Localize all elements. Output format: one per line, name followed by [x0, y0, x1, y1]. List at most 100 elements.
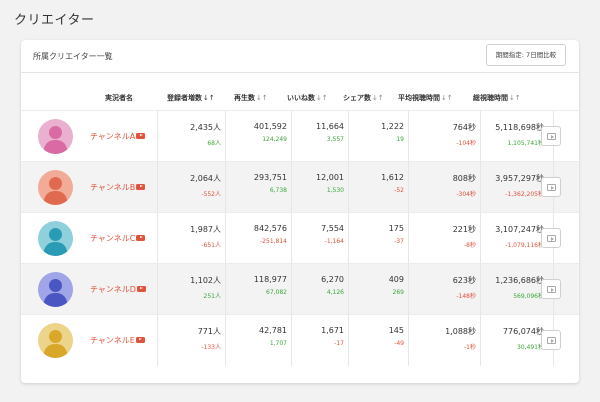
views-value: 293,751 — [253, 173, 287, 182]
sort-arrows-icon[interactable]: ↓↑ — [256, 94, 268, 102]
subscribers-value: 1,102人 — [190, 276, 221, 285]
header-total-watch[interactable]: 総視聴時間↓↑ — [473, 93, 521, 103]
table-row[interactable]: チャンネルC 1,987人 -651人 842,576 -251,814 7,554 -1,… — [21, 212, 579, 264]
shares-value: 145 — [388, 326, 404, 335]
column-divider — [480, 162, 481, 213]
column-divider — [225, 162, 226, 213]
avatar — [38, 119, 73, 154]
video-icon — [547, 235, 556, 242]
cell-total-watch: 5,118,698秒 1,105,741秒 — [495, 122, 544, 147]
sort-arrows-icon[interactable]: ↓↑ — [316, 94, 328, 102]
table-row[interactable]: チャンネルD 1,102人 251人 118,977 67,082 6,270 4,126 4… — [21, 263, 579, 315]
header-likes[interactable]: いいね数↓↑ — [287, 93, 328, 103]
likes-diff: 3,557 — [326, 136, 344, 143]
channel-link[interactable]: チャンネルE — [90, 335, 145, 346]
total-watch-value: 3,107,247秒 — [495, 225, 544, 234]
subscribers-diff: 251人 — [203, 293, 221, 300]
channel-link[interactable]: チャンネルA — [90, 131, 146, 142]
cell-subscribers: 771人 -133人 — [198, 326, 221, 351]
cell-avg-watch: 221秒 -8秒 — [453, 224, 476, 249]
avg-watch-value: 1,088秒 — [445, 327, 476, 336]
shares-value: 409 — [388, 275, 404, 284]
cell-subscribers: 1,102人 251人 — [190, 275, 221, 300]
shares-value: 1,612 — [381, 173, 404, 182]
table-body: チャンネルA 2,435人 68人 401,592 124,249 11,664 3,557… — [21, 110, 579, 366]
cell-shares: 1,222 19 — [381, 122, 404, 143]
views-value: 118,977 — [253, 275, 287, 284]
column-divider — [225, 264, 226, 315]
youtube-icon — [135, 336, 145, 343]
total-watch-diff: 1,105,741秒 — [507, 140, 544, 147]
channel-link[interactable]: チャンネルC — [90, 233, 146, 244]
header-subscribers[interactable]: 登録者増数↓↑ — [167, 93, 215, 103]
column-divider — [408, 213, 409, 264]
avg-watch-diff: -8秒 — [464, 242, 476, 249]
avg-watch-diff: -304秒 — [456, 191, 476, 198]
video-button[interactable] — [541, 330, 561, 350]
channel-link[interactable]: チャンネルD — [90, 284, 146, 295]
subscribers-value: 2,064人 — [190, 174, 221, 183]
table-header: 実況者名 登録者増数↓↑ 再生数↓↑ いいね数↓↑ シェア数↓↑ 平均視聴時間↓↑ 総視聴時… — [21, 93, 579, 105]
column-divider — [480, 111, 481, 162]
sort-arrows-icon[interactable]: ↓↑ — [203, 94, 215, 102]
avatar — [38, 221, 73, 256]
cell-total-watch: 776,074秒 30,491秒 — [503, 326, 544, 351]
sort-arrows-icon[interactable]: ↓↑ — [441, 94, 453, 102]
column-divider — [480, 264, 481, 315]
cell-avg-watch: 764秒 -104秒 — [453, 122, 476, 147]
header-avg-watch[interactable]: 平均視聴時間↓↑ — [398, 93, 453, 103]
table-row[interactable]: チャンネルA 2,435人 68人 401,592 124,249 11,664 3,557… — [21, 110, 579, 162]
header-views-label: 再生数 — [234, 94, 255, 102]
likes-value: 11,664 — [316, 122, 344, 131]
video-icon — [547, 133, 556, 140]
column-divider — [291, 213, 292, 264]
likes-diff: -1,164 — [324, 238, 344, 245]
column-divider — [348, 162, 349, 213]
column-divider — [408, 264, 409, 315]
likes-value: 7,554 — [321, 224, 344, 233]
cell-views: 842,576 -251,814 — [254, 224, 287, 245]
sort-arrows-icon[interactable]: ↓↑ — [509, 94, 521, 102]
shares-diff: 269 — [392, 289, 404, 296]
likes-value: 6,270 — [321, 275, 344, 284]
table-row[interactable]: チャンネルB 2,064人 -552人 293,751 6,738 12,001 1,530… — [21, 161, 579, 213]
cell-subscribers: 1,987人 -651人 — [190, 224, 221, 249]
header-shares-label: シェア数 — [343, 94, 371, 102]
likes-diff: -17 — [334, 340, 344, 347]
avatar — [38, 272, 73, 307]
video-button[interactable] — [541, 279, 561, 299]
person-icon — [43, 228, 68, 256]
video-button[interactable] — [541, 228, 561, 248]
header-name: 実況者名 — [105, 93, 133, 103]
likes-diff: 4,126 — [326, 289, 344, 296]
cell-likes: 12,001 1,530 — [316, 173, 344, 194]
person-icon — [43, 177, 68, 205]
column-divider — [291, 264, 292, 315]
header-name-label: 実況者名 — [105, 94, 133, 102]
views-diff: 6,738 — [269, 187, 287, 194]
avatar — [38, 170, 73, 205]
video-icon — [547, 337, 556, 344]
total-watch-value: 3,957,297秒 — [495, 174, 544, 183]
total-watch-diff: -1,079,116秒 — [505, 242, 544, 249]
header-views[interactable]: 再生数↓↑ — [234, 93, 268, 103]
total-watch-value: 776,074秒 — [502, 327, 544, 336]
subscribers-value: 1,987人 — [190, 225, 221, 234]
column-divider — [157, 213, 158, 264]
video-button[interactable] — [541, 177, 561, 197]
header-shares[interactable]: シェア数↓↑ — [343, 93, 384, 103]
column-divider — [408, 315, 409, 366]
cell-avg-watch: 1,088秒 -1秒 — [445, 326, 476, 351]
column-divider — [480, 315, 481, 366]
views-diff: 124,249 — [262, 136, 287, 143]
table-row[interactable]: チャンネルE 771人 -133人 42,781 1,707 1,671 -17 145 -49… — [21, 314, 579, 366]
channel-link[interactable]: チャンネルB — [90, 182, 146, 193]
video-button[interactable] — [541, 126, 561, 146]
period-compare-button[interactable]: 期間指定: 7日間比較 — [486, 44, 566, 66]
sort-arrows-icon[interactable]: ↓↑ — [372, 94, 384, 102]
channel-name: チャンネルC — [90, 234, 136, 243]
views-diff: 67,082 — [266, 289, 287, 296]
header-total-watch-label: 総視聴時間 — [473, 94, 508, 102]
youtube-icon — [136, 234, 146, 241]
total-watch-diff: 30,491秒 — [517, 344, 544, 351]
